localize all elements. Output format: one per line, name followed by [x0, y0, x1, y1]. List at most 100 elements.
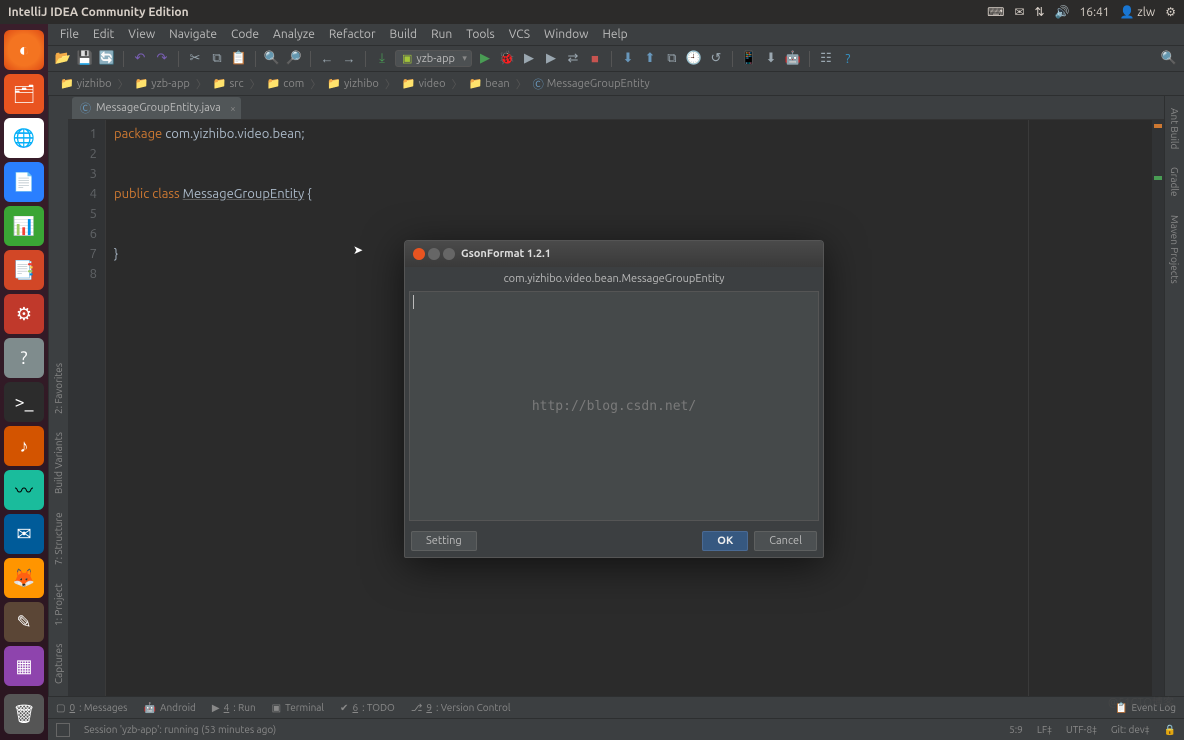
firefox-icon[interactable]: 🦊: [4, 558, 44, 598]
bottom-tool-android[interactable]: 🤖 Android: [143, 702, 195, 714]
breadcrumb-messagegroupentity[interactable]: ⒸMessageGroupEntity: [529, 75, 654, 93]
sound-icon[interactable]: 🔊: [1055, 5, 1070, 19]
menu-navigate[interactable]: Navigate: [163, 26, 223, 43]
right-strip-gradle[interactable]: Gradle: [1167, 163, 1182, 201]
redo-icon[interactable]: ↷: [153, 50, 171, 68]
line-separator[interactable]: LF‡: [1037, 724, 1052, 736]
files-icon[interactable]: 🗂: [4, 74, 44, 114]
close-tab-icon[interactable]: ×: [230, 103, 236, 114]
caret-position[interactable]: 5:9: [1009, 724, 1023, 736]
left-strip-captures[interactable]: Captures: [51, 640, 66, 688]
left-strip-2-favorites[interactable]: 2: Favorites: [51, 359, 66, 418]
avd-icon[interactable]: 📱: [740, 50, 758, 68]
calc-icon[interactable]: 📊: [4, 206, 44, 246]
session-icon[interactable]: ⚙: [1165, 5, 1176, 19]
vcs-revert-icon[interactable]: ↺: [707, 50, 725, 68]
menu-analyze[interactable]: Analyze: [267, 26, 321, 43]
coverage-icon[interactable]: ▶: [520, 50, 538, 68]
trash-icon[interactable]: 🗑: [4, 694, 44, 734]
vcs-commit-icon[interactable]: ⬆: [641, 50, 659, 68]
ok-button[interactable]: OK: [702, 531, 748, 551]
breadcrumb-src[interactable]: 📁src: [209, 76, 248, 91]
settings-icon[interactable]: ⚙: [4, 294, 44, 334]
breadcrumb-yizhibo[interactable]: 📁yizhibo: [56, 76, 116, 91]
mail-icon[interactable]: ✉: [1014, 5, 1024, 19]
build-icon[interactable]: ⤓: [373, 50, 391, 68]
git-branch[interactable]: Git: dev‡: [1111, 724, 1150, 736]
ok-mark[interactable]: [1154, 176, 1162, 180]
bottom-tool-messages[interactable]: ▢ 0: Messages: [56, 702, 127, 714]
menu-edit[interactable]: Edit: [87, 26, 120, 43]
left-strip-build-variants[interactable]: Build Variants: [51, 428, 66, 498]
network-icon[interactable]: ⇅: [1035, 5, 1045, 19]
menu-code[interactable]: Code: [225, 26, 265, 43]
dialog-titlebar[interactable]: GsonFormat 1.2.1: [405, 241, 823, 267]
bottom-tool-version-control[interactable]: ⎇ 9: Version Control: [411, 702, 511, 714]
dash-icon[interactable]: ◐: [4, 30, 44, 70]
run-icon[interactable]: ▶: [476, 50, 494, 68]
impress-icon[interactable]: 📑: [4, 250, 44, 290]
forward-icon[interactable]: →: [340, 50, 358, 68]
chrome-icon[interactable]: 🌐: [4, 118, 44, 158]
copy-icon[interactable]: ⧉: [208, 50, 226, 68]
terminal-icon[interactable]: >_: [4, 382, 44, 422]
breadcrumb-bean[interactable]: 📁bean: [465, 76, 514, 91]
paste-icon[interactable]: 📋: [230, 50, 248, 68]
debug-icon[interactable]: 🐞: [498, 50, 516, 68]
menu-window[interactable]: Window: [538, 26, 594, 43]
breadcrumb-com[interactable]: 📁com: [263, 76, 309, 91]
writer-icon[interactable]: 📄: [4, 162, 44, 202]
menu-vcs[interactable]: VCS: [503, 26, 536, 43]
music-icon[interactable]: ♪: [4, 426, 44, 466]
monitor-icon[interactable]: 🤖: [784, 50, 802, 68]
bottom-tool-run[interactable]: ▶ 4: Run: [212, 702, 256, 714]
menu-build[interactable]: Build: [384, 26, 424, 43]
monitor-icon[interactable]: 〰: [4, 470, 44, 510]
vcs-update-icon[interactable]: ⬇: [619, 50, 637, 68]
undo-icon[interactable]: ↶: [131, 50, 149, 68]
tool-windows-toggle[interactable]: [56, 723, 70, 737]
help-icon[interactable]: ?: [4, 338, 44, 378]
cut-icon[interactable]: ✂: [186, 50, 204, 68]
json-input-textarea[interactable]: http://blog.csdn.net/: [409, 291, 819, 521]
bottom-tool-todo[interactable]: ✔ 6: TODO: [340, 702, 395, 714]
menu-run[interactable]: Run: [425, 26, 458, 43]
run-config-selector[interactable]: ▣ yzb-app: [395, 50, 472, 67]
maximize-window-icon[interactable]: [443, 248, 455, 260]
find-icon[interactable]: 🔍: [263, 50, 281, 68]
workspace-icon[interactable]: ▦: [4, 646, 44, 686]
right-strip-ant-build[interactable]: Ant Build: [1167, 104, 1182, 153]
clock[interactable]: 16:41: [1080, 6, 1110, 19]
user-indicator[interactable]: 👤 zlw: [1120, 5, 1156, 19]
sync-icon[interactable]: 🔄: [98, 50, 116, 68]
sdk-icon[interactable]: ⬇: [762, 50, 780, 68]
keyboard-icon[interactable]: ⌨: [987, 5, 1004, 19]
breadcrumb-video[interactable]: 📁video: [398, 76, 450, 91]
editor-icon[interactable]: ✎: [4, 602, 44, 642]
menu-help[interactable]: Help: [596, 26, 633, 43]
back-icon[interactable]: ←: [318, 50, 336, 68]
menu-refactor[interactable]: Refactor: [323, 26, 382, 43]
stop-icon[interactable]: ■: [586, 50, 604, 68]
cancel-button[interactable]: Cancel: [754, 531, 817, 551]
left-strip-7-structure[interactable]: 7: Structure: [51, 508, 66, 569]
right-strip-maven-projects[interactable]: Maven Projects: [1167, 211, 1182, 288]
attach-icon[interactable]: ⇄: [564, 50, 582, 68]
encoding[interactable]: UTF-8‡: [1066, 724, 1097, 736]
search-everywhere-icon[interactable]: 🔍: [1160, 50, 1178, 68]
menu-view[interactable]: View: [122, 26, 161, 43]
breadcrumb-yzb-app[interactable]: 📁yzb-app: [131, 76, 194, 91]
breadcrumb-yizhibo[interactable]: 📁yizhibo: [323, 76, 383, 91]
minimize-window-icon[interactable]: [428, 248, 440, 260]
left-strip-1-project[interactable]: 1: Project: [51, 579, 66, 630]
save-icon[interactable]: 💾: [76, 50, 94, 68]
warning-mark[interactable]: [1154, 124, 1162, 128]
vcs-history-icon[interactable]: 🕘: [685, 50, 703, 68]
vcs-diff-icon[interactable]: ⧉: [663, 50, 681, 68]
structure-icon[interactable]: ☷: [817, 50, 835, 68]
editor-tab[interactable]: Ⓒ MessageGroupEntity.java ×: [72, 97, 241, 119]
bottom-tool-terminal[interactable]: ▣ Terminal: [272, 702, 324, 714]
menu-file[interactable]: File: [54, 26, 85, 43]
readonly-lock-icon[interactable]: 🔒: [1164, 724, 1176, 736]
profile-icon[interactable]: ▶: [542, 50, 560, 68]
